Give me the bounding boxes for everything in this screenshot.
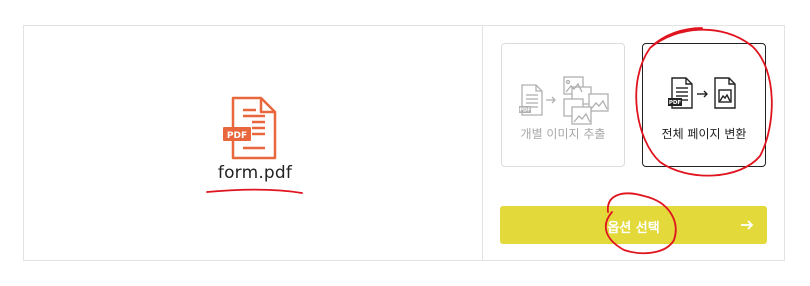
pdf-file-icon: PDF [221, 96, 277, 160]
select-option-label: 옵션 선택 [607, 221, 660, 236]
arrow-right-icon [741, 220, 754, 230]
convert-pages-icon: PDF [668, 77, 736, 109]
option-label: 개별 이미지 추출 [520, 127, 606, 141]
option-label: 전체 페이지 변환 [661, 127, 747, 141]
select-option-button[interactable]: 옵션 선택 [500, 206, 767, 244]
pdf-badge-label: PDF [519, 108, 530, 114]
option-convert-pages[interactable]: PDF 전체 페이지 변환 [642, 43, 766, 167]
pdf-badge-label: PDF [669, 100, 682, 106]
pdf-badge-label: PDF [227, 131, 247, 141]
option-extract-images[interactable]: PDF 개별 이미지 추출 [501, 43, 625, 167]
panel-divider [482, 25, 483, 261]
extract-images-icon: PDF [519, 76, 609, 125]
file-name: form.pdf [217, 163, 293, 183]
